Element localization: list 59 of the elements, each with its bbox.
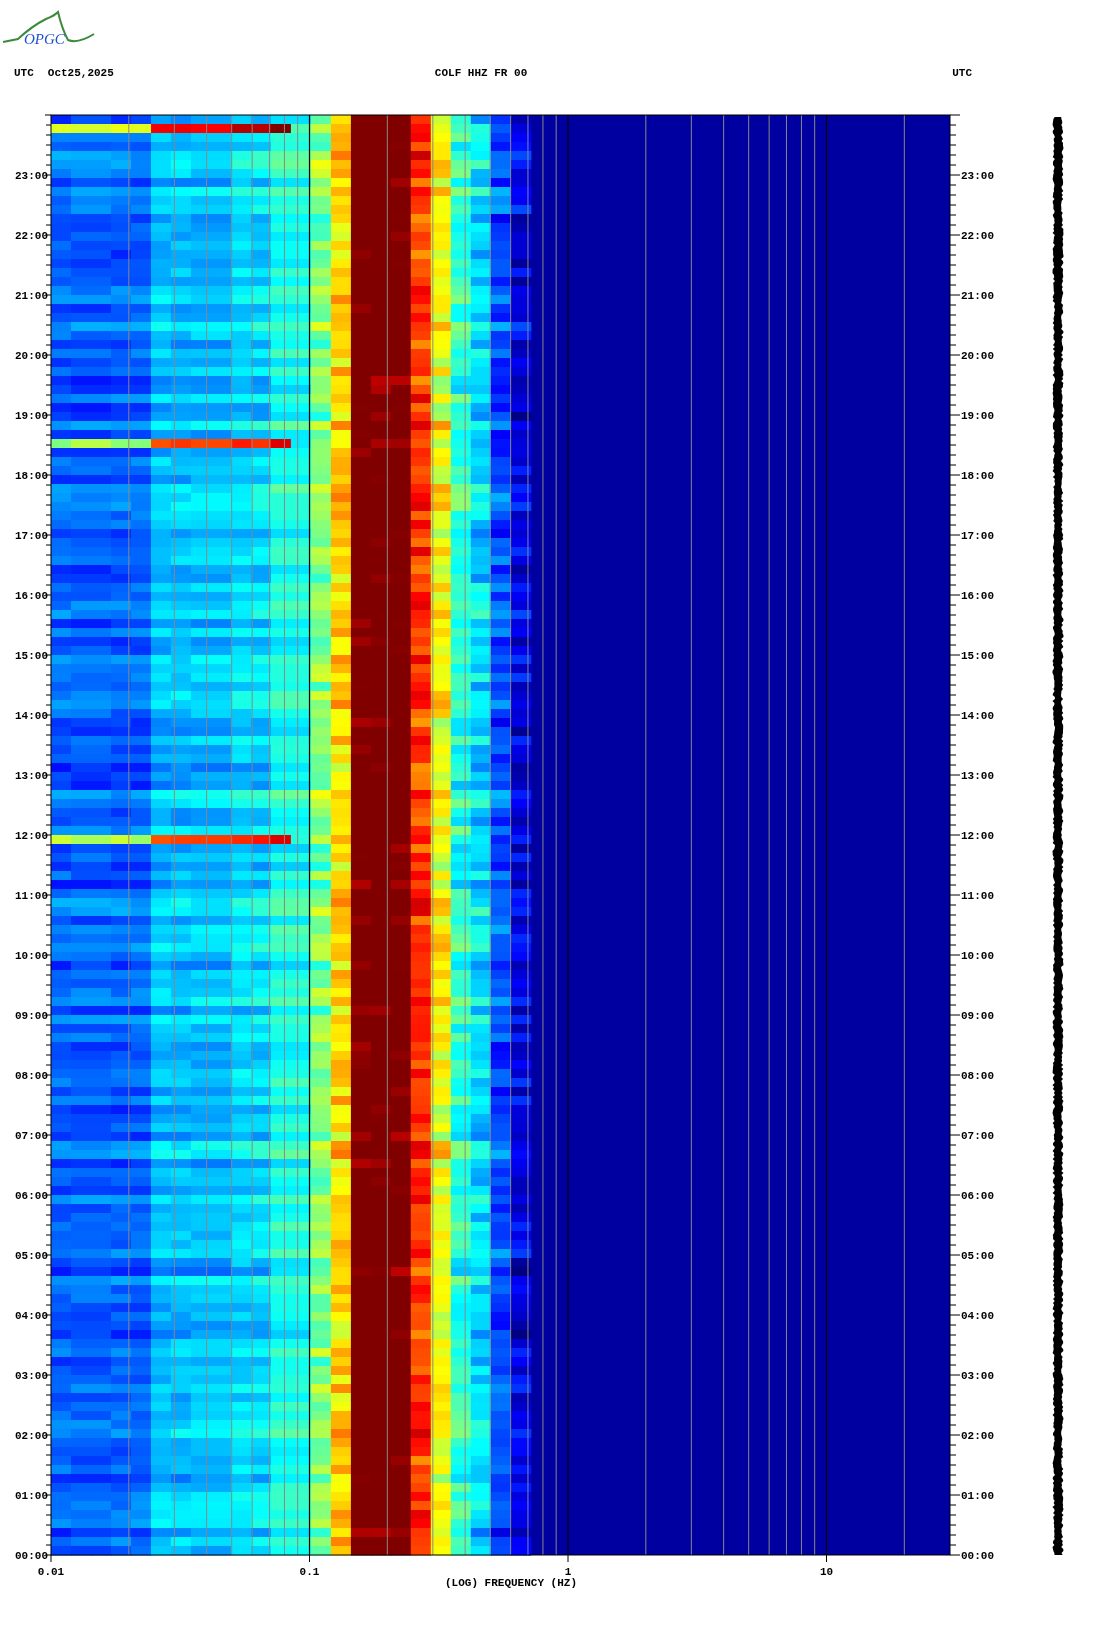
time-label: 02:00 xyxy=(961,1430,994,1442)
time-label: 01:00 xyxy=(961,1490,994,1502)
time-label: 12:00 xyxy=(15,830,48,842)
time-label: 06:00 xyxy=(15,1190,48,1202)
time-label: 17:00 xyxy=(961,530,994,542)
time-label: 03:00 xyxy=(15,1370,48,1382)
time-label: 10:00 xyxy=(961,950,994,962)
time-label: 04:00 xyxy=(961,1310,994,1322)
time-label: 23:00 xyxy=(15,170,48,182)
time-label: 05:00 xyxy=(961,1250,994,1262)
time-label: 07:00 xyxy=(15,1130,48,1142)
time-label: 14:00 xyxy=(961,710,994,722)
timezone-label: UTC xyxy=(952,67,973,79)
time-label: 20:00 xyxy=(961,350,994,362)
timezone-label: UTC xyxy=(14,67,34,79)
date-label: Oct25,2025 xyxy=(47,67,114,79)
time-label: 16:00 xyxy=(15,590,48,602)
time-label: 17:00 xyxy=(15,530,48,542)
time-label: 09:00 xyxy=(15,1010,48,1022)
axis-title: (LOG) FREQUENCY (HZ) xyxy=(445,1577,577,1589)
time-label: 15:00 xyxy=(15,650,48,662)
time-label: 08:00 xyxy=(961,1070,994,1082)
mountain-curve-icon xyxy=(2,11,95,43)
time-label: 13:00 xyxy=(15,770,48,782)
time-label: 18:00 xyxy=(15,470,48,482)
time-label: 06:00 xyxy=(961,1190,994,1202)
time-label: 15:00 xyxy=(961,650,994,662)
time-label: 02:00 xyxy=(15,1430,48,1442)
time-label: 23:00 xyxy=(961,170,994,182)
time-label: 21:00 xyxy=(961,290,994,302)
time-label: 07:00 xyxy=(961,1130,994,1142)
time-label: 00:00 xyxy=(961,1550,994,1562)
time-label: 14:00 xyxy=(15,710,48,722)
time-label: 09:00 xyxy=(961,1010,994,1022)
time-label: 04:00 xyxy=(15,1310,48,1322)
time-label: 01:00 xyxy=(15,1490,48,1502)
frequency-tick-label: 0.1 xyxy=(299,1566,320,1578)
frequency-tick-label: 10 xyxy=(819,1566,834,1578)
time-label: 19:00 xyxy=(961,410,994,422)
time-label: 10:00 xyxy=(15,950,48,962)
time-label: 11:00 xyxy=(15,890,48,902)
time-label: 18:00 xyxy=(961,470,994,482)
time-label: 11:00 xyxy=(961,890,994,902)
logo-text: OPGC xyxy=(24,31,65,46)
time-label: 16:00 xyxy=(961,590,994,602)
time-label: 22:00 xyxy=(961,230,994,242)
time-label: 12:00 xyxy=(961,830,994,842)
time-label: 05:00 xyxy=(15,1250,48,1262)
frequency-tick-label: 0.01 xyxy=(37,1566,65,1578)
time-label: 20:00 xyxy=(15,350,48,362)
time-label: 19:00 xyxy=(15,410,48,422)
time-label: 08:00 xyxy=(15,1070,48,1082)
time-label: 00:00 xyxy=(15,1550,48,1562)
time-label: 03:00 xyxy=(961,1370,994,1382)
frequency-tick-label: 1 xyxy=(564,1566,572,1578)
time-label: 13:00 xyxy=(961,770,994,782)
time-label: 22:00 xyxy=(15,230,48,242)
station-title: COLF HHZ FR 00 xyxy=(434,67,528,79)
time-label: 21:00 xyxy=(15,290,48,302)
